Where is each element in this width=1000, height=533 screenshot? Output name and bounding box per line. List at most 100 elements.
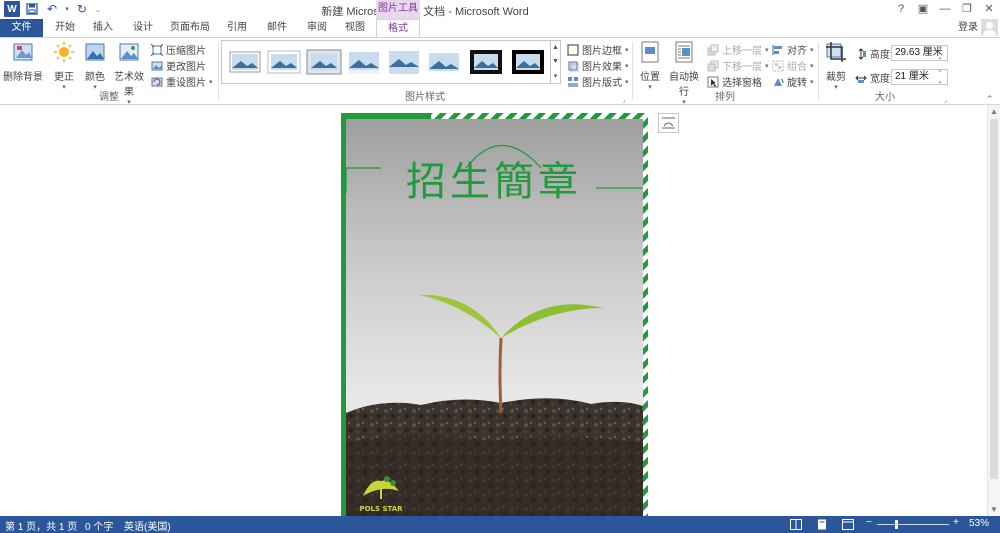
height-icon [858,47,866,60]
read-mode-icon[interactable] [790,519,802,533]
poster-picture[interactable]: 招生簡章 POLS STAR [341,113,648,517]
style-thumb[interactable] [468,47,504,77]
gallery-scroll[interactable]: ▲ ▼ ▾ [550,41,560,83]
picture-styles-group-label: 图片样式 [405,92,445,103]
rotate-button[interactable]: 旋转 ▾ [772,74,814,89]
align-icon [772,44,782,55]
change-picture-icon [151,61,163,70]
style-thumb[interactable] [266,47,302,77]
style-thumb[interactable] [306,47,342,77]
chevron-down-icon: ▾ [834,84,838,91]
bring-forward-button[interactable]: 上移一层 ▾ [707,42,769,57]
selection-pane-button[interactable]: 选择窗格 [707,74,762,89]
picture-layout-button[interactable]: 图片版式 ▾ [567,74,629,89]
picture-border-button[interactable]: 图片边框 ▾ [567,42,629,57]
tab-view[interactable]: 视图 [340,19,370,37]
style-thumb[interactable] [227,47,263,77]
dialog-launcher-icon[interactable]: ⌟ [622,96,625,104]
bring-forward-icon [707,44,719,55]
close-button[interactable]: ✕ [978,0,1000,19]
tab-design[interactable]: 设计 [128,19,158,37]
window-title: 新建 Microsoft Word 文档 - Microsoft Word [321,6,529,18]
compress-pictures-button[interactable]: 压缩图片 [151,42,206,57]
style-thumb[interactable] [346,47,382,77]
dialog-launcher-icon[interactable]: ⌟ [944,96,947,104]
artistic-effects-icon [119,43,139,61]
help-button[interactable]: ? [890,0,912,19]
tab-review[interactable]: 审阅 [302,19,332,37]
chevron-down-icon: ▾ [625,62,629,70]
zoom-slider-thumb[interactable] [895,520,898,529]
color-label: 颜色 [85,72,105,83]
more-icon[interactable]: ▾ [554,72,558,80]
rotate-label: 旋转 [787,78,807,89]
color-button[interactable]: 颜色 ▾ [82,41,108,91]
width-label: 宽度: [870,74,893,85]
layout-options-button[interactable] [658,113,679,133]
wrap-text-button[interactable]: 自动换行 ▾ [665,41,703,106]
page-count[interactable]: 第 1 页，共 1 页 [5,518,77,533]
crop-button[interactable]: 裁剪 ▾ [823,41,849,91]
change-picture-button[interactable]: 更改图片 [151,58,206,73]
group-objects-label: 组合 [787,62,807,73]
picture-layout-icon [568,76,578,87]
chevron-down-icon[interactable]: ▼ [552,58,559,65]
picture-border-label: 图片边框 [582,46,622,57]
wrap-text-icon [675,41,693,63]
chevron-down-icon: ▾ [810,46,814,54]
minimize-button[interactable]: — [934,0,956,19]
height-input[interactable]: 29.63 厘米 [891,45,948,61]
crop-label: 裁剪 [826,72,846,83]
send-backward-label: 下移一层 [722,62,762,73]
width-icon [855,75,867,83]
tab-home[interactable]: 开始 [50,19,80,37]
scroll-down-icon[interactable]: ▼ [990,505,998,514]
width-input[interactable]: 21 厘米 [891,69,948,85]
rotate-icon [774,77,784,86]
zoom-in-button[interactable]: + [953,517,959,528]
scroll-up-icon[interactable]: ▲ [990,107,998,116]
send-backward-icon [707,60,719,71]
tab-page-layout[interactable]: 页面布局 [168,19,212,37]
web-layout-icon[interactable] [842,519,854,533]
scroll-thumb[interactable] [990,119,998,479]
width-field-label: 宽度: [855,70,893,85]
style-thumb[interactable] [386,47,422,77]
height-label: 高度: [870,50,893,61]
vertical-scrollbar[interactable]: ▲ ▼ [987,105,1000,516]
picture-effects-button[interactable]: 图片效果 ▾ [567,58,629,73]
print-layout-icon[interactable] [816,519,828,533]
ribbon-display-button[interactable]: ▣ [912,0,934,19]
position-button[interactable]: 位置 ▾ [637,41,663,91]
word-count[interactable]: 0 个字 [85,518,113,533]
chevron-down-icon: ▾ [625,46,629,54]
chevron-up-icon[interactable]: ▲ [552,44,559,51]
style-thumb[interactable] [426,47,462,77]
picture-styles-gallery[interactable]: ▲ ▼ ▾ [221,40,561,84]
sign-in-link[interactable]: 登录 [958,19,978,36]
reset-picture-button[interactable]: 重设图片 ▾ [151,74,213,89]
title-bar: W ↶ ▾ ↻ ₌ 新建 Microsoft Word 文档 - Microso… [0,0,1000,19]
tab-format[interactable]: 格式 [376,19,420,38]
avatar[interactable] [981,19,998,36]
zoom-level[interactable]: 53% [969,518,989,529]
poster-title: 招生簡章 [406,159,582,205]
selection-pane-icon [707,76,719,87]
tab-insert[interactable]: 插入 [88,19,118,37]
align-button[interactable]: 对齐 ▾ [772,42,814,57]
restore-button[interactable]: ❐ [956,0,978,19]
collapse-ribbon-icon[interactable]: ⌃ [986,94,994,105]
tab-references[interactable]: 引用 [222,19,252,37]
style-thumb[interactable] [510,47,546,77]
tab-file[interactable]: 文件 [0,19,43,37]
crop-icon [826,42,846,62]
language-indicator[interactable]: 英语(美国) [124,518,171,533]
zoom-slider[interactable] [877,524,949,525]
group-objects-button[interactable]: 组合 ▾ [772,58,814,73]
corrections-button[interactable]: 更正 ▾ [50,41,78,91]
picture-layout-label: 图片版式 [582,78,622,89]
remove-background-button[interactable]: 删除背景 [3,41,43,83]
tab-mailings[interactable]: 邮件 [262,19,292,37]
zoom-out-button[interactable]: − [866,517,872,528]
send-backward-button[interactable]: 下移一层 ▾ [707,58,769,73]
